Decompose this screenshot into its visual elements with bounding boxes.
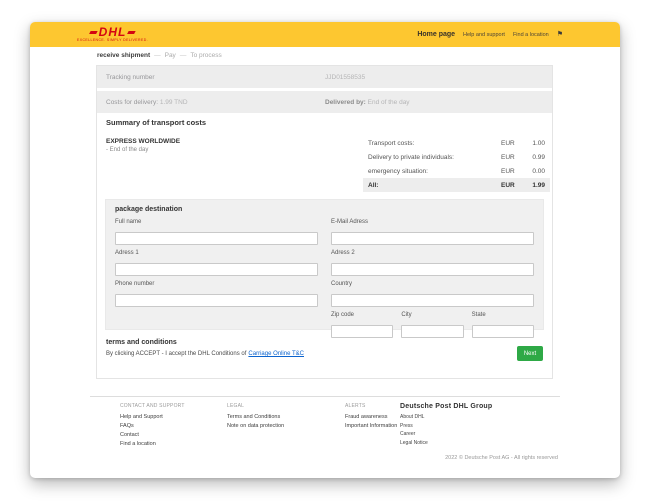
service-info: EXPRESS WORLDWIDE - End of the day bbox=[106, 138, 180, 153]
cost-line-emergency: emergency situation: EUR 0.00 bbox=[363, 164, 550, 178]
dhl-logo-row: DHL bbox=[88, 25, 136, 39]
tracking-number-value: JJD01558535 bbox=[325, 73, 366, 81]
cost-amount: 0.99 bbox=[532, 153, 545, 161]
zip-code-label: Zip code bbox=[331, 312, 355, 318]
cost-line-total: All: EUR 1.99 bbox=[363, 178, 550, 192]
state-label: State bbox=[471, 312, 486, 318]
cost-label: emergency situation: bbox=[368, 167, 428, 175]
cost-currency: EUR bbox=[501, 139, 515, 147]
cost-label: Transport costs: bbox=[368, 139, 415, 147]
city-input[interactable] bbox=[401, 325, 464, 338]
service-name: EXPRESS WORLDWIDE bbox=[106, 138, 181, 145]
delivered-by-value: End of the day bbox=[367, 98, 410, 106]
city-label: City bbox=[401, 312, 412, 318]
tracking-number-row: Tracking number JJD01558535 bbox=[97, 66, 552, 88]
dhl-logo-stripe-icon bbox=[127, 31, 136, 34]
breadcrumb-step-to-process[interactable]: To process bbox=[190, 52, 221, 59]
cost-amount: 1.99 bbox=[532, 181, 545, 189]
breadcrumb-current-step: receive shipment bbox=[97, 52, 151, 59]
footer: CONTACT AND SUPPORT Help and Support FAQ… bbox=[90, 396, 560, 477]
package-destination-section: package destination Full name Adress 1 P… bbox=[105, 199, 544, 338]
footer-important-info-link[interactable]: Important Information bbox=[345, 422, 397, 431]
footer-dpdhl-heading: Deutsche Post DHL Group bbox=[400, 403, 493, 410]
footer-career-link[interactable]: Career bbox=[400, 430, 492, 439]
footer-legal-column: LEGAL Terms and Conditions Note on data … bbox=[227, 403, 284, 431]
footer-dpdhl-column: Deutsche Post DHL Group About DHL Press … bbox=[400, 403, 492, 447]
tracking-number-label: Tracking number bbox=[106, 73, 155, 81]
footer-contact-link[interactable]: Contact bbox=[120, 431, 185, 440]
breadcrumb-step-pay[interactable]: Pay bbox=[165, 52, 176, 59]
service-detail: - End of the day bbox=[106, 147, 149, 153]
footer-fraud-awareness-link[interactable]: Fraud awareness bbox=[345, 413, 397, 422]
breadcrumb: receive shipment — Pay — To process bbox=[97, 52, 222, 59]
cost-line-private-delivery: Delivery to private individuals: EUR 0.9… bbox=[363, 150, 550, 164]
main-content-box: Tracking number JJD01558535 Costs for de… bbox=[96, 65, 553, 379]
package-destination-title: package destination bbox=[115, 206, 183, 213]
email-label: E-Mail Adress bbox=[331, 219, 369, 225]
terms-text-body: By clicking ACCEPT - I accept the DHL Co… bbox=[106, 351, 247, 357]
state-input[interactable] bbox=[471, 325, 534, 338]
cost-currency: EUR bbox=[501, 153, 515, 161]
cost-amount: 0.00 bbox=[532, 167, 545, 175]
cost-label: All: bbox=[368, 181, 379, 189]
adress1-label: Adress 1 bbox=[115, 250, 139, 256]
footer-press-link[interactable]: Press bbox=[400, 422, 492, 431]
cost-line-transport: Transport costs: EUR 1.00 bbox=[363, 136, 550, 150]
cost-currency: EUR bbox=[501, 167, 515, 175]
summary-title: Summary of transport costs bbox=[106, 118, 207, 127]
footer-faqs-link[interactable]: FAQs bbox=[120, 422, 185, 431]
nav-find-location-link[interactable]: Find a location bbox=[513, 32, 549, 38]
nav-help-support-link[interactable]: Help and support bbox=[463, 32, 505, 38]
language-flag-icon[interactable]: ⚑ bbox=[557, 31, 563, 38]
country-label: Country bbox=[331, 281, 353, 287]
footer-contact-column: CONTACT AND SUPPORT Help and Support FAQ… bbox=[120, 403, 185, 449]
cost-label: Delivery to private individuals: bbox=[368, 153, 454, 161]
terms-title: terms and conditions bbox=[106, 339, 177, 346]
nav-home-page-link[interactable]: Home page bbox=[417, 31, 455, 38]
dhl-logo-tagline: EXCELLENCE. SIMPLY DELIVERED. bbox=[77, 38, 148, 42]
full-name-input[interactable] bbox=[115, 232, 318, 245]
footer-alerts-heading: ALERTS bbox=[345, 403, 366, 409]
adress2-label: Adress 2 bbox=[331, 250, 355, 256]
cost-amount: 1.00 bbox=[532, 139, 545, 147]
footer-contact-heading: CONTACT AND SUPPORT bbox=[120, 403, 185, 409]
dhl-page-card: DHL EXCELLENCE. SIMPLY DELIVERED. Home p… bbox=[30, 22, 620, 478]
adress1-input[interactable] bbox=[115, 263, 318, 276]
dhl-logo-text: DHL bbox=[98, 25, 127, 39]
copyright-text: 2022 © Deutsche Post AG - All rights res… bbox=[445, 455, 558, 461]
cost-currency: EUR bbox=[501, 181, 515, 189]
footer-terms-link[interactable]: Terms and Conditions bbox=[227, 413, 284, 422]
footer-legal-heading: LEGAL bbox=[227, 403, 245, 409]
dhl-logo[interactable]: DHL EXCELLENCE. SIMPLY DELIVERED. bbox=[77, 25, 148, 42]
delivery-costs-row: Costs for delivery: 1.99 TND Delivered b… bbox=[97, 91, 552, 113]
phone-number-label: Phone number bbox=[115, 281, 155, 287]
zip-code-input[interactable] bbox=[331, 325, 394, 338]
footer-data-protection-link[interactable]: Note on data protection bbox=[227, 422, 284, 431]
breadcrumb-separator: — bbox=[154, 52, 161, 59]
email-input[interactable] bbox=[331, 232, 534, 245]
full-name-label: Full name bbox=[115, 219, 142, 225]
phone-number-input[interactable] bbox=[115, 294, 318, 307]
delivered-by-label: Delivered by: bbox=[325, 98, 366, 106]
costs-for-delivery-value: 1.99 TND bbox=[159, 98, 188, 106]
costs-for-delivery-label: Costs for delivery: bbox=[106, 98, 159, 106]
footer-about-dhl-link[interactable]: About DHL bbox=[400, 413, 492, 422]
top-header-bar: DHL EXCELLENCE. SIMPLY DELIVERED. Home p… bbox=[30, 22, 620, 47]
footer-legal-notice-link[interactable]: Legal Notice bbox=[400, 439, 492, 448]
carriage-online-tc-link[interactable]: Carriage Online T&C bbox=[248, 351, 304, 357]
adress2-input[interactable] bbox=[331, 263, 534, 276]
terms-text: By clicking ACCEPT - I accept the DHL Co… bbox=[106, 351, 304, 357]
page-background: DHL EXCELLENCE. SIMPLY DELIVERED. Home p… bbox=[0, 0, 650, 501]
next-button[interactable]: Next bbox=[517, 346, 543, 361]
top-nav: Home page Help and support Find a locati… bbox=[417, 31, 563, 38]
country-input[interactable] bbox=[331, 294, 534, 307]
footer-find-location-link[interactable]: Find a location bbox=[120, 440, 185, 449]
breadcrumb-separator: — bbox=[179, 52, 187, 59]
footer-alerts-column: ALERTS Fraud awareness Important Informa… bbox=[345, 403, 397, 431]
footer-help-support-link[interactable]: Help and Support bbox=[120, 413, 185, 422]
dhl-logo-stripe-icon bbox=[88, 31, 98, 34]
cost-breakdown: Transport costs: EUR 1.00 Delivery to pr… bbox=[363, 136, 550, 192]
